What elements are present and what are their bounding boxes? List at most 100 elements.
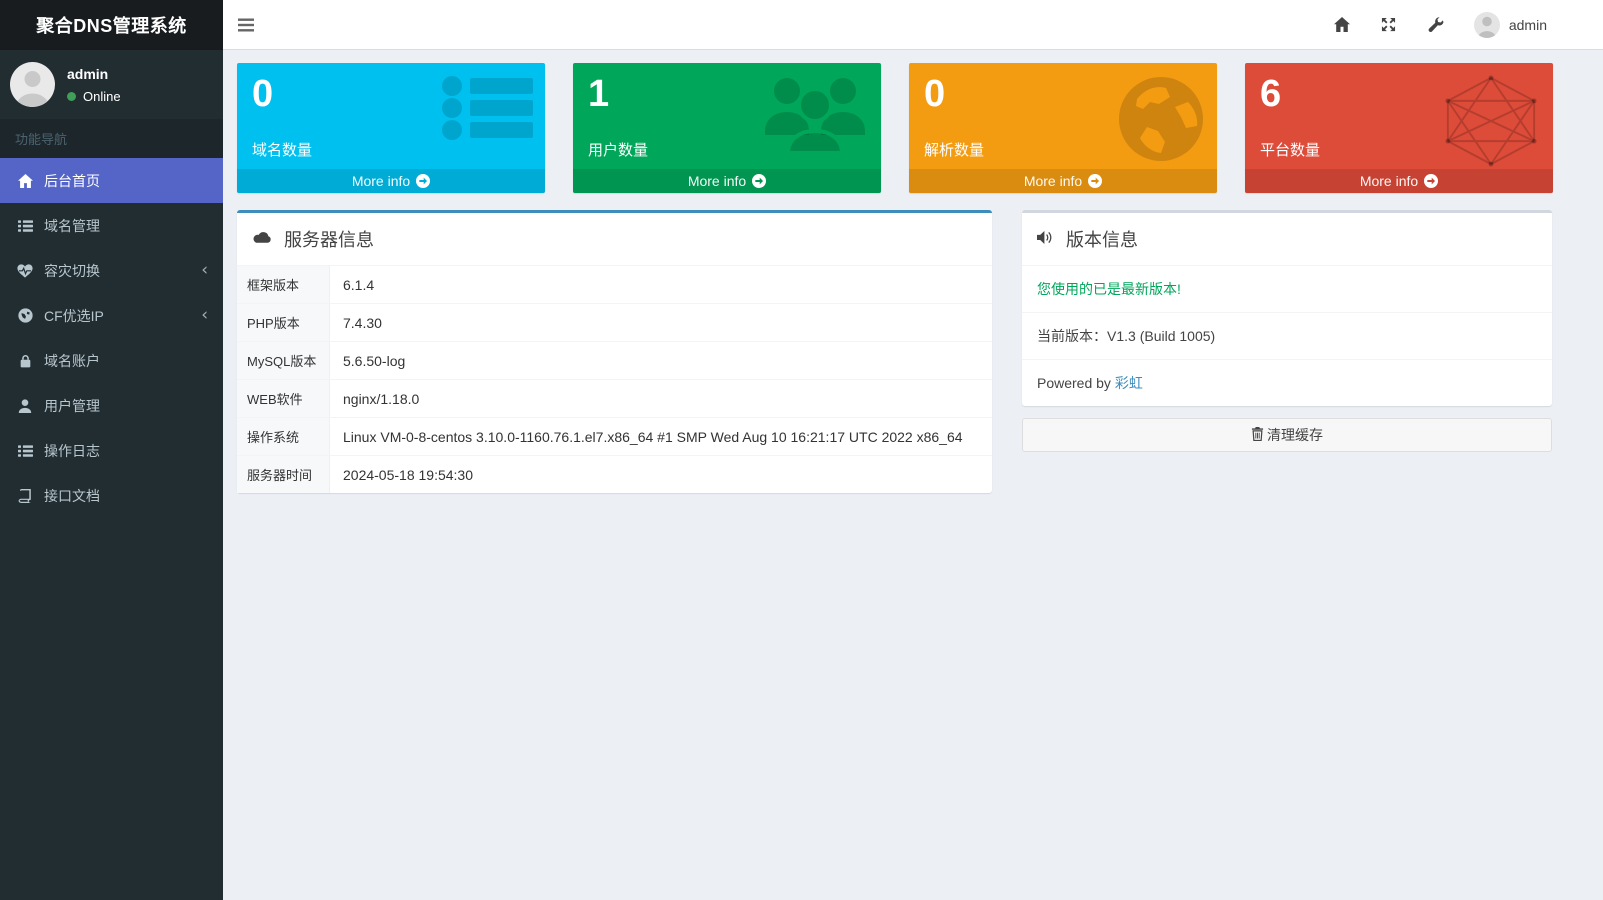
row-value: Linux VM-0-8-centos 3.10.0-1160.76.1.el7… [330,421,976,453]
list-icon [15,444,35,458]
row-label: MySQL版本 [237,342,330,379]
current-version: 当前版本：V1.3 (Build 1005) [1022,313,1552,360]
home-icon[interactable] [1334,17,1350,32]
chevron-left-icon: ‹ [201,307,208,324]
sidebar-menu: 后台首页 域名管理 容灾切换 ‹ CF优选IP ‹ [0,158,223,518]
sidebar-item-api-docs[interactable]: 接口文档 [0,473,223,518]
powered-by: Powered by 彩虹 [1022,360,1552,406]
arrow-circle-right-icon [1088,174,1102,188]
sidebar-item-failover[interactable]: 容灾切换 ‹ [0,248,223,293]
stat-boxes-row: 0 域名数量 More info 1 用户数量 [237,63,1603,193]
arrow-circle-right-icon [752,174,766,188]
server-info-header: 服务器信息 [237,213,992,266]
trash-icon [1251,427,1264,444]
row-label: PHP版本 [237,304,330,341]
more-info-label: More info [352,173,410,189]
row-label: WEB软件 [237,380,330,417]
clear-cache-label: 清理缓存 [1267,425,1323,445]
sidebar-item-label: 容灾切换 [44,261,100,281]
navbar-user-menu[interactable]: admin [1474,12,1547,38]
table-row: MySQL版本 5.6.50-log [237,342,992,380]
page-content: 0 域名数量 More info 1 用户数量 [223,50,1603,493]
stat-box-users: 1 用户数量 More info [573,63,881,193]
more-info-label: More info [1360,173,1418,189]
stat-box-domains: 0 域名数量 More info [237,63,545,193]
arrow-circle-right-icon [416,174,430,188]
version-column: 版本信息 您使用的已是最新版本! 当前版本：V1.3 (Build 1005) … [1022,210,1552,452]
stat-label: 域名数量 [252,139,530,160]
row-value: 6.1.4 [330,269,387,301]
sidebar-item-cf-ip[interactable]: CF优选IP ‹ [0,293,223,338]
stat-value: 1 [588,73,866,117]
server-info-table: 框架版本 6.1.4 PHP版本 7.4.30 MySQL版本 5.6.50-l… [237,266,992,493]
more-info-link[interactable]: More info [573,169,881,193]
app-title: 聚合DNS管理系统 [36,12,187,38]
table-row: 服务器时间 2024-05-18 19:54:30 [237,456,992,493]
home-icon [15,174,35,188]
fullscreen-icon[interactable] [1381,17,1397,32]
stat-box-inner: 6 平台数量 [1245,63,1553,170]
book-icon [15,489,35,503]
online-dot-icon [67,92,76,101]
clear-cache-button[interactable]: 清理缓存 [1022,418,1552,452]
main-area: admin 0 域名数量 More info [223,0,1603,900]
table-row: 操作系统 Linux VM-0-8-centos 3.10.0-1160.76.… [237,418,992,456]
lock-icon [15,354,35,368]
sidebar-item-users[interactable]: 用户管理 [0,383,223,428]
stat-label: 平台数量 [1260,139,1538,160]
sidebar-item-label: 用户管理 [44,396,100,416]
stat-label: 用户数量 [588,139,866,160]
server-info-panel: 服务器信息 框架版本 6.1.4 PHP版本 7.4.30 MySQL版本 [237,210,992,493]
more-info-link[interactable]: More info [1245,169,1553,193]
panels-row: 服务器信息 框架版本 6.1.4 PHP版本 7.4.30 MySQL版本 [237,210,1603,493]
sidebar-item-logs[interactable]: 操作日志 [0,428,223,473]
stat-value: 0 [252,73,530,117]
row-label: 服务器时间 [237,456,330,493]
app-logo[interactable]: 聚合DNS管理系统 [0,0,223,50]
version-info-title: 版本信息 [1066,226,1138,252]
app-wrapper: 聚合DNS管理系统 admin Online 功能导航 后台首页 [0,0,1603,900]
version-latest-status: 您使用的已是最新版本! [1022,266,1552,313]
stat-box-platforms: 6 平台数量 More info [1245,63,1553,193]
user-avatar [10,62,55,107]
stat-label: 解析数量 [924,139,1202,160]
version-info-panel: 版本信息 您使用的已是最新版本! 当前版本：V1.3 (Build 1005) … [1022,210,1552,406]
more-info-label: More info [688,173,746,189]
more-info-link[interactable]: More info [237,169,545,193]
top-navbar: admin [223,0,1603,50]
sidebar-item-domain-accounts[interactable]: 域名账户 [0,338,223,383]
user-info: admin Online [67,66,121,104]
sidebar-item-label: 域名账户 [44,351,100,371]
sidebar-section-label: 功能导航 [0,119,223,158]
user-name: admin [67,66,121,82]
row-label: 操作系统 [237,418,330,455]
table-row: 框架版本 6.1.4 [237,266,992,304]
more-info-link[interactable]: More info [909,169,1217,193]
user-status[interactable]: Online [67,89,121,104]
user-icon [15,399,35,413]
row-value: 7.4.30 [330,307,395,339]
cloud-icon [252,229,273,250]
user-avatar [1474,12,1500,38]
sidebar-item-dashboard[interactable]: 后台首页 [0,158,223,203]
sidebar-item-label: 操作日志 [44,441,100,461]
sidebar-toggle-button[interactable] [223,0,269,50]
stat-box-inner: 0 解析数量 [909,63,1217,170]
sidebar-user-panel: admin Online [0,50,223,119]
server-info-title: 服务器信息 [284,226,374,252]
stat-box-inner: 0 域名数量 [237,63,545,170]
stat-box-records: 0 解析数量 More info [909,63,1217,193]
sidebar-item-domains[interactable]: 域名管理 [0,203,223,248]
sidebar-item-label: 接口文档 [44,486,100,506]
stat-value: 0 [924,73,1202,117]
powered-by-prefix: Powered by [1037,375,1115,391]
chevron-left-icon: ‹ [201,262,208,279]
wrench-icon[interactable] [1428,17,1444,33]
version-info-header: 版本信息 [1022,213,1552,266]
row-value: 5.6.50-log [330,345,418,377]
sidebar: 聚合DNS管理系统 admin Online 功能导航 后台首页 [0,0,223,900]
arrow-circle-right-icon [1424,174,1438,188]
volume-icon [1037,229,1055,250]
stat-box-inner: 1 用户数量 [573,63,881,170]
powered-by-link[interactable]: 彩虹 [1115,375,1143,391]
